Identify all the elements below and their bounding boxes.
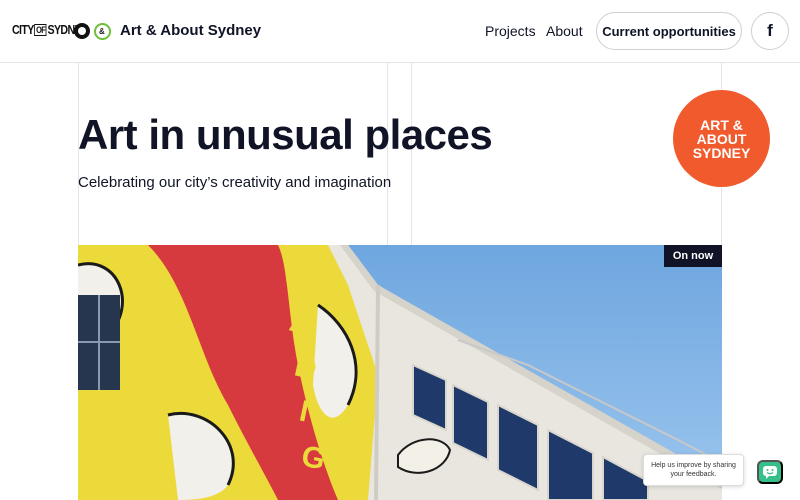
on-now-badge: On now <box>664 245 722 267</box>
city-of-sydney-logo[interactable]: CITY OF SYDNEY <box>12 22 104 37</box>
logo-of-word: OF <box>34 24 47 36</box>
facebook-icon: f <box>767 21 773 40</box>
badge-text: ART & ABOUT SYDNEY <box>692 116 751 161</box>
art-about-logo-icon: & <box>94 23 111 40</box>
feedback-button[interactable] <box>757 460 783 484</box>
nav-projects[interactable]: Projects <box>485 23 536 39</box>
art-about-badge: ART & ABOUT SYDNEY <box>673 90 770 187</box>
feedback-prompt[interactable]: Help us improve by sharing your feedback… <box>643 454 744 486</box>
site-title[interactable]: Art & About Sydney <box>120 22 261 39</box>
page-subtitle: Celebrating our city’s creativity and im… <box>78 174 392 191</box>
current-opportunities-button[interactable]: Current opportunities <box>596 12 742 50</box>
city-emblem-icon <box>74 23 90 39</box>
hero-image[interactable]: G A D I G <box>78 245 722 500</box>
facebook-button[interactable]: f <box>751 12 789 50</box>
site-header: CITY OF SYDNEY & Art & About Sydney Projec… <box>0 0 800 63</box>
nav-about[interactable]: About <box>546 23 583 39</box>
page-title: Art in unusual places <box>78 111 493 158</box>
logo-city-word: CITY <box>12 22 34 37</box>
mural-building-illustration: G A D I G <box>78 245 722 500</box>
chat-smile-icon <box>763 466 777 479</box>
